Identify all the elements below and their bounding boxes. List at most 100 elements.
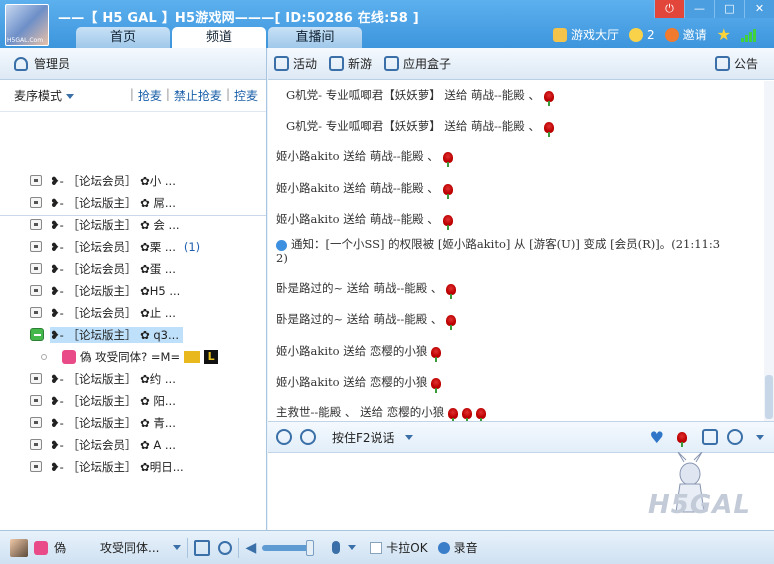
member-name: ❥- ［论坛会员］ ✿止 ... — [50, 306, 176, 320]
member-name: ❥- ［论坛版主］ ✿H5 ... — [50, 284, 181, 298]
control-mic-link[interactable]: 控麦 — [234, 87, 258, 104]
bottom-bar: 偽 攻受同体... ◀ 卡拉OK 录音 — [0, 530, 774, 564]
member-row[interactable]: ❥- ［论坛版主］ ✿约 ... — [0, 368, 267, 390]
karaoke-checkbox[interactable] — [370, 541, 383, 554]
coin-icon — [629, 27, 644, 42]
queue-mode-select[interactable]: 麦序模式 — [14, 87, 75, 104]
invite-link[interactable]: 邀请 — [683, 26, 707, 43]
chat-text: 姬小路akito 送给 恋樱的小狼 — [276, 344, 428, 358]
notice-button[interactable]: 公告 — [714, 55, 758, 72]
emoji-icon[interactable] — [276, 429, 292, 445]
new-game-button[interactable]: 新游 — [329, 55, 372, 72]
member-name: ❥- ［论坛版主］ ✿ 青... — [50, 416, 176, 430]
message-input[interactable]: H5GAL — [268, 451, 774, 530]
chat-message: 卧是路过的~ 送给 萌战--能殿 、 — [276, 311, 457, 330]
rose-icon[interactable] — [677, 431, 687, 447]
avatar[interactable] — [10, 538, 28, 557]
rose-icon — [446, 283, 457, 299]
divider — [187, 537, 189, 558]
rose-icon — [431, 377, 442, 393]
chat-text: 姬小路akito 送给 萌战--能殿 、 — [276, 181, 439, 195]
member-row[interactable]: ❥- ［论坛会员］ ✿小 ... — [0, 170, 267, 192]
tab-home[interactable]: 首页 — [76, 27, 170, 48]
volume-slider[interactable] — [262, 539, 315, 556]
lock-icon — [30, 263, 42, 274]
record-label[interactable]: 录音 — [454, 539, 478, 556]
member-row[interactable]: ❥- ［论坛版主］ ✿H5 ... — [0, 280, 267, 302]
system-notice-cont: 2) — [276, 251, 288, 265]
invite-icon[interactable] — [664, 27, 679, 42]
member-row[interactable]: ❥- ［论坛会员］ ✿栗 ... (1) — [0, 236, 267, 258]
scrollbar-thumb[interactable] — [765, 375, 773, 419]
volume-knob[interactable] — [306, 539, 315, 556]
lock-icon — [30, 461, 42, 472]
rose-icon — [448, 407, 459, 421]
chevron-down-icon[interactable] — [756, 434, 764, 440]
lock-icon — [30, 373, 42, 384]
minimize-icon[interactable]: — — [684, 0, 714, 18]
record-icon[interactable] — [437, 541, 450, 554]
user-icon — [14, 56, 28, 71]
speaker-icon[interactable]: ◀ — [245, 540, 256, 556]
queue-mode-label: 麦序模式 — [14, 89, 63, 103]
power-icon[interactable]: ⏻ — [654, 0, 684, 18]
member-name: ❥- ［论坛版主］ ✿明日... — [50, 460, 184, 474]
lock-icon — [30, 417, 42, 428]
member-row[interactable]: ❥- ［论坛版主］ ✿明日... — [0, 456, 267, 478]
tab-live-room[interactable]: 直播间 — [268, 27, 362, 48]
forbid-grab-mic-link[interactable]: 禁止抢麦 — [174, 87, 222, 104]
status-select[interactable]: 攻受同体... — [100, 539, 182, 556]
sticker-icon[interactable] — [300, 429, 316, 445]
member-name: ❥- ［论坛会员］ ✿蛋 ... — [50, 262, 176, 276]
game-hall-icon[interactable] — [553, 27, 567, 42]
chat-message: 卧是路过的~ 送给 萌战--能殿 、 — [276, 280, 457, 299]
maximize-icon[interactable]: □ — [714, 0, 744, 18]
grid-icon — [384, 56, 400, 71]
toolbox-icon[interactable] — [702, 429, 718, 445]
close-icon[interactable]: ✕ — [744, 0, 774, 18]
member-row[interactable]: ❥- ［论坛会员］ ✿ A ... — [0, 434, 267, 456]
top-right-actions: 游戏大厅 2 邀请 ★ — [553, 26, 757, 43]
karaoke-label: 卡拉OK — [386, 541, 428, 555]
star-icon[interactable]: ★ — [717, 26, 731, 42]
app-box-button[interactable]: 应用盒子 — [384, 55, 451, 72]
member-row[interactable]: ❥- ［论坛版主］ ✿ 阳... — [0, 390, 267, 412]
microphone-icon[interactable] — [332, 541, 341, 554]
chat-message: 姬小路akito 送给 萌战--能殿 、 — [276, 148, 453, 167]
admin-header[interactable]: 管理员 — [0, 48, 266, 80]
window-title: ——【 H5 GAL 】H5游戏网———[ ID:50286 在线:58 ] — [58, 11, 419, 26]
member-row[interactable]: ❥- ［论坛版主］ ✿ 青... — [0, 412, 267, 434]
chevron-down-icon[interactable] — [348, 545, 357, 550]
activity-label: 活动 — [293, 57, 318, 71]
tab-channel[interactable]: 频道 — [172, 27, 266, 49]
member-name: ❥- ［论坛版主］ ✿ 阳... — [50, 394, 176, 408]
activity-button[interactable]: 活动 — [274, 55, 317, 72]
member-row[interactable]: ❥- ［论坛会员］ ✿蛋 ... — [0, 258, 267, 280]
push-to-talk-button[interactable]: 按住F2说话 — [332, 429, 413, 446]
chat-message: 姬小路akito 送给 恋樱的小狼 — [276, 374, 442, 393]
screenshot-icon[interactable] — [194, 539, 211, 556]
member-row[interactable]: ❥- ［论坛会员］ ✿止 ... — [0, 302, 267, 324]
queue-links: | 抢麦 | 禁止抢麦 | 控麦 — [129, 87, 258, 104]
chat-message: G机党- 专业呱唧君【妖妖萝】 送给 萌战--能殿 、 — [286, 87, 554, 106]
crown-icon — [184, 351, 201, 363]
member-name: ❥- ［论坛版主］ ✿ 屌... — [50, 196, 176, 210]
collapse-icon[interactable] — [30, 328, 44, 341]
notice-text: 2) — [276, 251, 288, 265]
member-row[interactable]: ❥- ［论坛版主］ ✿ 会 ... — [0, 214, 267, 236]
search-icon[interactable] — [218, 540, 233, 555]
game-hall-link[interactable]: 游戏大厅 — [571, 26, 619, 43]
signal-icon — [741, 28, 757, 42]
member-row-selected[interactable]: ❥- ［论坛版主］ ✿ q3... — [0, 324, 267, 346]
grab-mic-link[interactable]: 抢麦 — [138, 87, 162, 104]
chat-text: G机党- 专业呱唧君【妖妖萝】 送给 萌战--能殿 、 — [286, 119, 540, 133]
member-name: ❥- ［论坛会员］ ✿小 ... — [50, 174, 176, 188]
member-row[interactable]: ❥- ［论坛版主］ ✿ 屌... — [0, 192, 267, 214]
chat-message: G机党- 专业呱唧君【妖妖萝】 送给 萌战--能殿 、 — [286, 118, 554, 137]
chat-bubble-icon[interactable] — [727, 429, 743, 445]
member-sub-row[interactable]: 偽 攻受同体? =M= L — [0, 346, 267, 368]
activity-icon — [274, 56, 289, 71]
gift-icon[interactable] — [34, 540, 48, 555]
heart-icon[interactable]: ♥ — [650, 428, 664, 447]
chat-scrollbar[interactable] — [764, 81, 774, 421]
